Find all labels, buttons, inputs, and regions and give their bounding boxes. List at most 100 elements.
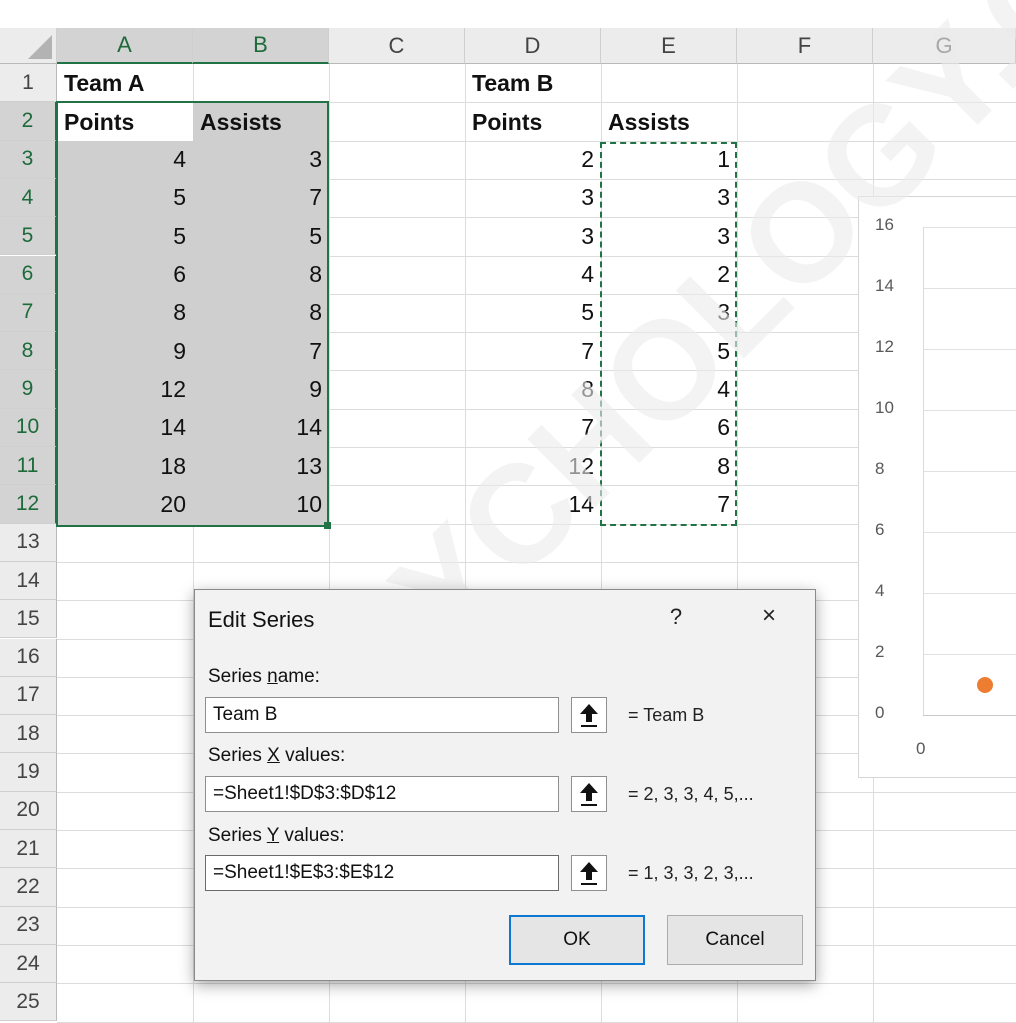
- row-header-4[interactable]: 4: [0, 178, 57, 218]
- y-tick-label-16: 16: [875, 215, 894, 234]
- row-header-8[interactable]: 8: [0, 332, 57, 371]
- y-tick-label-14: 14: [875, 276, 894, 295]
- chart-gridline: [923, 410, 1016, 411]
- cell-e2-assists[interactable]: Assists: [601, 103, 737, 141]
- dialog-title: Edit Series: [208, 607, 315, 632]
- series-x-label-pre: Series: [208, 745, 268, 766]
- row-header-2[interactable]: 2: [0, 102, 57, 141]
- cell-d3[interactable]: 2: [465, 141, 601, 179]
- grid-hline: [57, 983, 1016, 985]
- y-tick-label-12: 12: [875, 337, 894, 356]
- column-header-f[interactable]: F: [737, 28, 873, 64]
- select-all-corner[interactable]: [0, 28, 57, 64]
- y-tick-label-6: 6: [875, 520, 885, 539]
- ok-button[interactable]: OK: [509, 915, 645, 965]
- series-x-label: Series X values:: [208, 745, 345, 767]
- cell-d2-points[interactable]: Points: [465, 103, 601, 141]
- row-header-16[interactable]: 16: [0, 638, 57, 677]
- scatter-chart[interactable]: 16 14 12 10 8 6 4 2 0 0: [858, 196, 1016, 778]
- series-x-label-key: X: [267, 745, 280, 766]
- row-header-23[interactable]: 23: [0, 906, 57, 945]
- row-header-1[interactable]: 1: [0, 64, 57, 103]
- y-tick-label-10: 10: [875, 398, 894, 417]
- grid-hline: [57, 1021, 1016, 1023]
- y-tick-label-0: 0: [875, 703, 885, 722]
- row-header-15[interactable]: 15: [0, 600, 57, 639]
- row-header-18[interactable]: 18: [0, 715, 57, 754]
- y-tick-label-2: 2: [875, 642, 885, 661]
- series-name-label-pre: Series: [208, 666, 268, 687]
- cell-d11[interactable]: 12: [465, 447, 601, 485]
- column-header-g[interactable]: G: [873, 28, 1016, 64]
- selection-border: [56, 101, 329, 527]
- row-header-22[interactable]: 22: [0, 868, 57, 907]
- row-header-6[interactable]: 6: [0, 255, 57, 294]
- data-point-team-b[interactable]: [977, 676, 993, 693]
- row-header-13[interactable]: 13: [0, 523, 57, 562]
- series-name-label-post: ame:: [277, 666, 320, 687]
- series-y-label-post: values:: [279, 825, 345, 846]
- series-y-input[interactable]: [205, 855, 559, 891]
- chart-gridline: [923, 227, 1016, 228]
- series-name-collapse-button[interactable]: [571, 697, 607, 733]
- spreadsheet: A B C D E F G 1 2 3 4 5 6 7 8 9 10 11 12 13 14 15 16 17 1…: [0, 0, 1016, 1023]
- row-header-10[interactable]: 10: [0, 408, 57, 447]
- column-header-b[interactable]: B: [193, 28, 329, 64]
- series-x-preview: = 2, 3, 3, 4, 5,...: [628, 784, 754, 804]
- cell-a1-team-a[interactable]: Team A: [57, 64, 257, 102]
- series-x-collapse-button[interactable]: [571, 776, 607, 812]
- cell-d4[interactable]: 3: [465, 179, 601, 217]
- row-header-5[interactable]: 5: [0, 217, 57, 256]
- chart-y-axis: [923, 227, 924, 715]
- chart-gridline: [923, 715, 1016, 716]
- chart-gridline: [923, 288, 1016, 289]
- row-header-7[interactable]: 7: [0, 293, 57, 333]
- chart-gridline: [923, 471, 1016, 472]
- cell-d5[interactable]: 3: [465, 217, 601, 255]
- row-header-20[interactable]: 20: [0, 791, 57, 830]
- column-header-a[interactable]: A: [57, 28, 193, 64]
- series-x-input[interactable]: [205, 776, 559, 812]
- collapse-arrow-icon: [580, 783, 598, 806]
- row-header-14[interactable]: 14: [0, 561, 57, 601]
- row-header-17[interactable]: 17: [0, 676, 57, 716]
- row-header-24[interactable]: 24: [0, 944, 57, 984]
- series-x-label-post: values:: [279, 745, 346, 766]
- column-header-e[interactable]: E: [601, 28, 737, 64]
- series-y-label-key: Y: [266, 825, 280, 846]
- series-name-label-key: n: [267, 666, 278, 687]
- column-header-d[interactable]: D: [465, 28, 601, 64]
- cell-d7[interactable]: 5: [465, 294, 601, 332]
- cell-d9[interactable]: 8: [465, 370, 601, 408]
- series-y-preview: = 1, 3, 3, 2, 3,...: [628, 863, 754, 883]
- y-tick-label-8: 8: [875, 459, 885, 478]
- collapse-arrow-icon: [580, 862, 598, 885]
- row-header-11[interactable]: 11: [0, 447, 57, 486]
- edit-series-dialog: Edit Series ? × Series name: = Team B Se…: [194, 589, 816, 981]
- cell-d12[interactable]: 14: [465, 485, 601, 523]
- chart-gridline: [923, 349, 1016, 350]
- chart-gridline: [923, 654, 1016, 655]
- chart-gridline: [923, 532, 1016, 533]
- row-header-9[interactable]: 9: [0, 370, 57, 409]
- collapse-arrow-icon: [580, 704, 598, 727]
- row-header-19[interactable]: 19: [0, 753, 57, 792]
- cancel-button[interactable]: Cancel: [667, 915, 803, 965]
- cell-d1-team-b[interactable]: Team B: [465, 64, 665, 102]
- row-header-3[interactable]: 3: [0, 140, 57, 179]
- series-name-input[interactable]: [205, 697, 559, 733]
- series-y-collapse-button[interactable]: [571, 855, 607, 891]
- close-icon[interactable]: ×: [756, 602, 782, 630]
- cell-d10[interactable]: 7: [465, 409, 601, 447]
- series-name-label: Series name:: [208, 666, 320, 688]
- row-header-21[interactable]: 21: [0, 830, 57, 869]
- series-name-preview: = Team B: [628, 705, 705, 725]
- row-header-25[interactable]: 25: [0, 983, 57, 1022]
- column-header-c[interactable]: C: [329, 28, 465, 64]
- cell-d6[interactable]: 4: [465, 256, 601, 294]
- cell-d8[interactable]: 7: [465, 332, 601, 370]
- series-y-label: Series Y values:: [208, 825, 345, 847]
- row-header-12[interactable]: 12: [0, 485, 57, 524]
- help-icon[interactable]: ?: [666, 604, 686, 630]
- fill-handle[interactable]: [324, 522, 331, 529]
